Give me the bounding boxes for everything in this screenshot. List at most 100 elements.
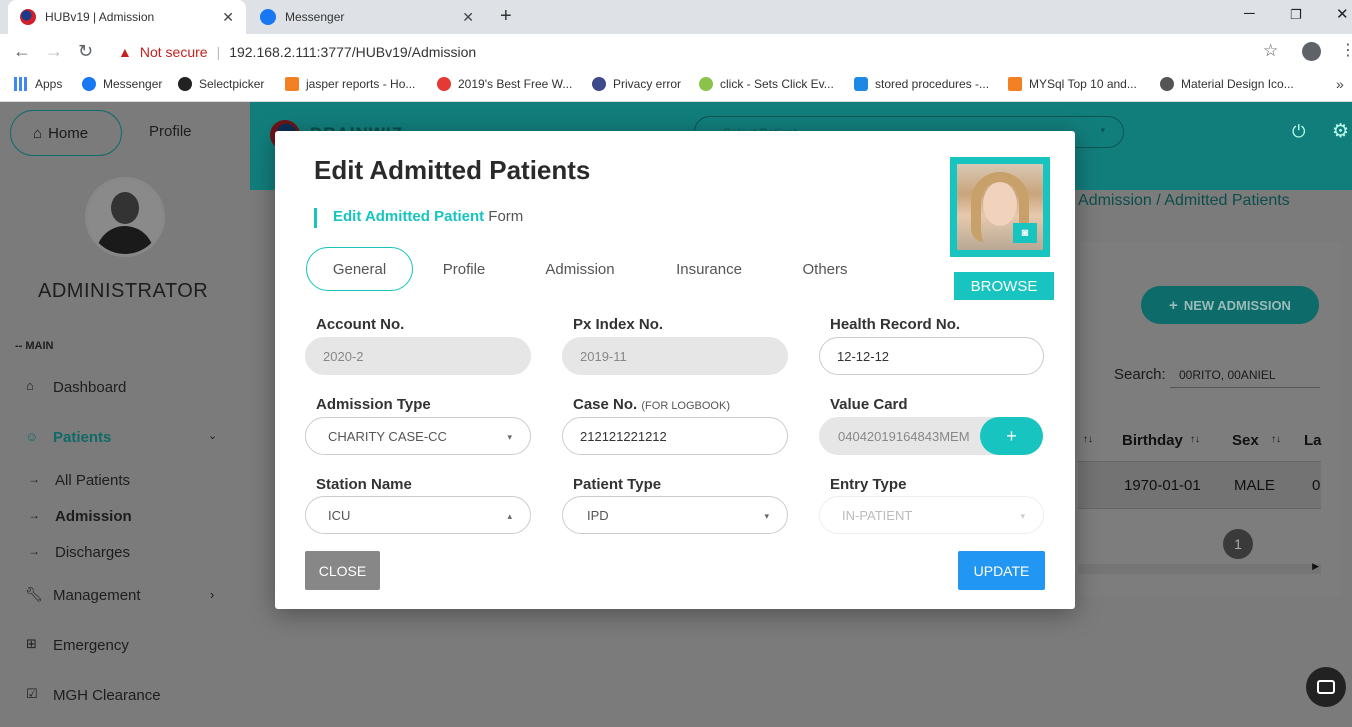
bookmark-label: click - Sets Click Ev... <box>720 77 834 91</box>
bookmark-selectpicker[interactable]: Selectpicker <box>178 77 264 91</box>
horizontal-scrollbar[interactable]: ▶ <box>1078 561 1321 574</box>
omnibox[interactable]: ▲ Not secure | 192.168.2.111:3777/HUBv19… <box>110 40 1290 64</box>
update-button[interactable]: UPDATE <box>958 551 1045 590</box>
bookmark-jasper[interactable]: jasper reports - Ho... <box>285 77 415 91</box>
nav-discharges[interactable]: Discharges <box>55 544 130 561</box>
nav-all-patients[interactable]: All Patients <box>55 472 130 489</box>
tab-label: Admission <box>545 260 615 278</box>
breadcrumb-admission[interactable]: Admission <box>1078 192 1152 209</box>
bookmark-privacy[interactable]: Privacy error <box>592 77 681 91</box>
tab-admission[interactable]: Admission <box>530 247 630 291</box>
browser-tab-messenger[interactable]: Messenger ✕ <box>250 0 486 34</box>
account-no-label: Account No. <box>316 316 405 333</box>
sort-icon[interactable]: ↑↓ <box>1271 434 1281 445</box>
globe-icon <box>1160 77 1174 91</box>
close-tab-icon[interactable]: ✕ <box>222 9 234 26</box>
tab-label: Profile <box>442 260 486 278</box>
plus-square-icon: ⊞ <box>26 636 37 651</box>
forward-icon[interactable]: → <box>45 41 63 62</box>
px-index-label: Px Index No. <box>573 316 664 333</box>
home-icon: ⌂ <box>33 124 43 142</box>
user-name: ADMINISTRATOR <box>38 280 209 302</box>
column-last[interactable]: La <box>1304 432 1322 449</box>
bookmark-apps[interactable]: Apps <box>14 77 62 91</box>
gear-icon[interactable]: ⚙ <box>1332 120 1349 143</box>
bookmark-label: Messenger <box>103 77 163 91</box>
column-sex[interactable]: Sex <box>1232 432 1259 449</box>
add-value-card-button[interactable]: + <box>980 417 1043 455</box>
bookmark-best-free[interactable]: 2019's Best Free W... <box>437 77 572 91</box>
messenger-favicon-icon <box>260 9 276 25</box>
health-record-label: Health Record No. <box>830 316 961 333</box>
chevron-right-icon: › <box>210 587 215 602</box>
messenger-icon <box>82 77 96 91</box>
reload-icon[interactable]: ↻ <box>78 41 93 62</box>
bookmark-messenger[interactable]: Messenger <box>82 77 162 91</box>
bookmark-label: Material Design Ico... <box>1181 77 1294 91</box>
stackoverflow-icon <box>285 77 299 91</box>
pagination-page-1[interactable]: 1 <box>1223 529 1253 559</box>
nav-mgh-clearance[interactable]: MGH Clearance <box>53 687 161 704</box>
power-icon[interactable]: ⏻ <box>1292 122 1305 142</box>
tab-profile[interactable]: Profile <box>427 247 501 291</box>
page-number: 1 <box>1234 536 1242 552</box>
camera-icon[interactable]: ◙ <box>1013 223 1037 243</box>
bookmark-click[interactable]: click - Sets Click Ev... <box>699 77 834 91</box>
bookmark-stored-procedures[interactable]: stored procedures -... <box>854 77 989 91</box>
chat-button[interactable] <box>1306 667 1346 707</box>
account-icon[interactable] <box>1302 42 1321 61</box>
health-record-value: 12-12-12 <box>837 348 890 364</box>
station-name-value: ICU <box>328 507 351 523</box>
admission-type-value: CHARITY CASE-CC <box>328 428 447 444</box>
nav-dashboard[interactable]: Dashboard <box>53 379 126 396</box>
chevron-down-icon: ⌄ <box>208 430 218 442</box>
home-pill[interactable]: ⌂ Home <box>10 110 122 156</box>
new-admission-button[interactable]: + NEW ADMISSION <box>1141 286 1319 324</box>
admission-type-label: Admission Type <box>316 396 431 413</box>
bookmarks-bar: Apps Messenger Selectpicker jasper repor… <box>0 70 1352 102</box>
case-no-label: Case No. (FOR LOGBOOK) <box>573 396 730 413</box>
minimize-icon[interactable]: ─ <box>1244 5 1255 22</box>
tab-others[interactable]: Others <box>790 247 860 291</box>
tab-general[interactable]: General <box>306 247 413 291</box>
browse-button[interactable]: BROWSE <box>954 272 1054 300</box>
tab-insurance[interactable]: Insurance <box>662 247 756 291</box>
case-no-field[interactable]: 212121221212 <box>562 417 788 455</box>
bookmark-material-design[interactable]: Material Design Ico... <box>1160 77 1294 91</box>
cell-sex: MALE <box>1234 477 1275 494</box>
restore-icon[interactable]: ❐ <box>1290 7 1302 23</box>
sort-icon[interactable]: ↑↓ <box>1083 434 1093 445</box>
back-icon[interactable]: ← <box>13 41 31 62</box>
bookmark-mysql[interactable]: MYSql Top 10 and... <box>1008 77 1137 91</box>
new-tab-icon[interactable]: + <box>500 5 512 28</box>
scroll-right-icon[interactable]: ▶ <box>1312 561 1319 572</box>
nav-management[interactable]: Management <box>53 587 141 604</box>
px-index-field: 2019-11 <box>562 337 788 375</box>
wrench-icon: 🔧︎ <box>25 586 43 602</box>
sort-icon[interactable]: ↑↓ <box>1190 434 1200 445</box>
window-close-icon[interactable]: ✕ <box>1336 5 1349 23</box>
patient-type-select[interactable]: IPD ▾ <box>562 496 788 534</box>
cell-birthday: 1970-01-01 <box>1124 477 1201 494</box>
bookmark-label: jasper reports - Ho... <box>306 77 416 91</box>
patient-photo[interactable]: ◙ <box>950 157 1050 257</box>
profile-link[interactable]: Profile <box>149 123 192 140</box>
table-row[interactable]: 1970-01-01 MALE 0 <box>1078 462 1321 509</box>
table-header-row: ↑↓ Birthday ↑↓ Sex ↑↓ La <box>1078 418 1322 462</box>
browser-tab-admission[interactable]: HUBv19 | Admission ✕ <box>8 0 246 34</box>
nav-admission[interactable]: Admission <box>55 508 132 525</box>
patients-icon: ☺ <box>25 429 39 444</box>
health-record-field[interactable]: 12-12-12 <box>819 337 1044 375</box>
nav-patients[interactable]: Patients <box>53 429 111 446</box>
browser-menu-icon[interactable]: ⋮ <box>1340 40 1352 60</box>
more-bookmarks-icon[interactable]: » <box>1336 76 1344 92</box>
close-button[interactable]: CLOSE <box>305 551 380 590</box>
caret-up-icon: ▴ <box>507 511 512 521</box>
arrow-icon: → <box>28 544 40 558</box>
admission-type-select[interactable]: CHARITY CASE-CC ▾ <box>305 417 531 455</box>
station-name-select[interactable]: ICU ▴ <box>305 496 531 534</box>
nav-emergency[interactable]: Emergency <box>53 637 129 654</box>
table-search-input[interactable]: 00RITO, 00ANIEL <box>1170 368 1320 388</box>
close-tab-icon[interactable]: ✕ <box>462 9 474 26</box>
column-birthday[interactable]: Birthday <box>1122 432 1183 449</box>
